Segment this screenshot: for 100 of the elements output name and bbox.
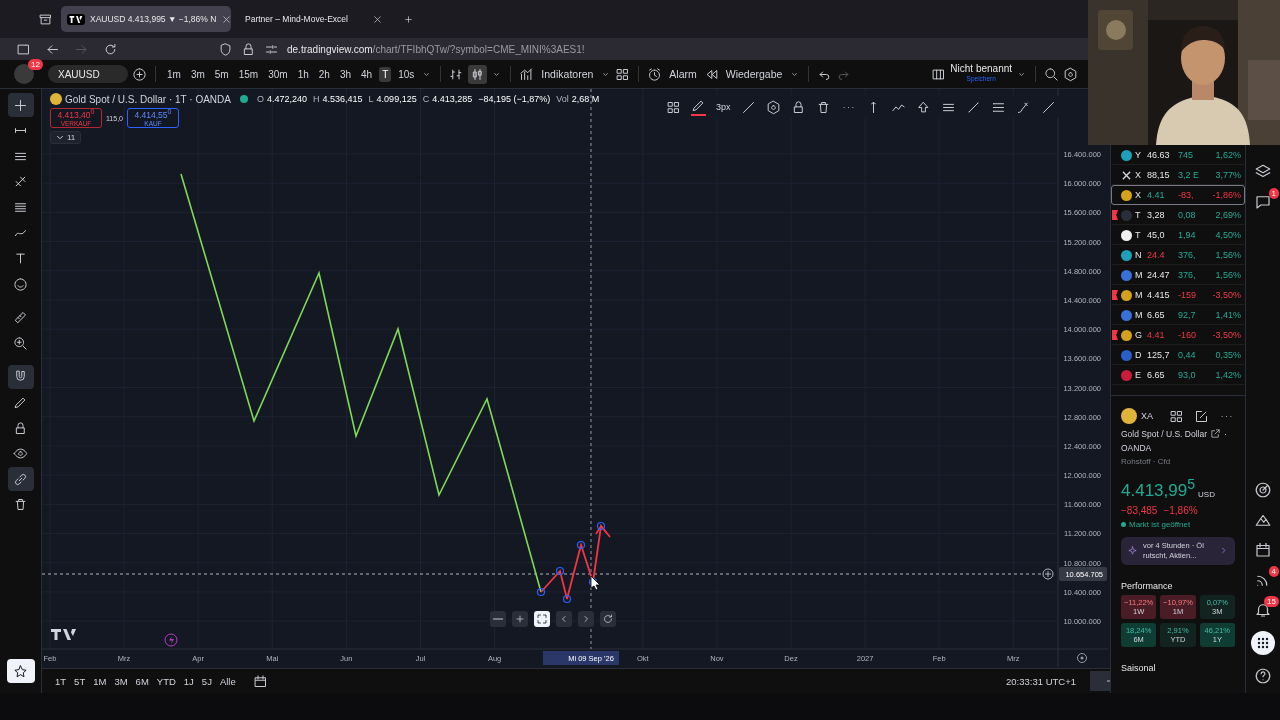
range-button[interactable]: 1M [90,675,110,687]
add-icon[interactable] [132,66,147,82]
lightning-icon[interactable] [164,633,178,647]
flag-icon[interactable] [1112,290,1118,300]
link-tool[interactable] [7,467,34,492]
flag-icon[interactable] [1112,330,1118,340]
add-alert-icon[interactable] [1042,568,1054,580]
sidebar-icon[interactable] [16,41,31,57]
range-button[interactable]: 3M [111,675,131,687]
range-button[interactable]: 1J [180,675,197,687]
ohlc-key: L [368,94,374,104]
edit-icon[interactable] [1194,408,1209,424]
archive-icon[interactable] [38,11,53,27]
reset-button[interactable] [600,611,616,627]
flag-icon[interactable] [1112,210,1118,220]
replay-button[interactable]: Wiedergabe [722,68,786,80]
interval-button[interactable]: 3m [187,66,208,82]
settings-icon[interactable] [1077,653,1087,663]
browser-tab[interactable]: Partner – Mind-Move-Excel [239,6,389,32]
help-icon[interactable] [1254,667,1272,685]
change-value: 0,44 [1178,350,1197,360]
watchlist-row[interactable]: N 24.4 376, 1,56% [1111,245,1245,265]
line-width-button[interactable]: 3px [716,102,731,112]
calendar-icon[interactable] [1254,541,1272,559]
interval-button[interactable]: 30m [265,66,291,82]
range-button[interactable]: 6M [132,675,152,687]
watchlist-row[interactable]: X 4.41 -83, -1,86% [1111,185,1245,205]
watchlist-row[interactable]: T 45,0 1,94 4,50% [1111,225,1245,245]
line-icon[interactable] [740,99,756,115]
chart-title[interactable]: Gold Spot / U.S. Dollar · 1T · OANDA [65,93,231,105]
line-color-button[interactable] [691,98,706,116]
line-icon[interactable] [1040,99,1056,115]
plus-icon[interactable] [403,13,414,25]
apps-button[interactable] [1251,631,1275,655]
grid-icon[interactable] [666,99,681,115]
interval-button[interactable]: 10s [395,66,418,82]
range-button[interactable]: 1T [52,675,70,687]
grid-icon[interactable] [1169,408,1184,424]
interval-button[interactable]: 2h [315,66,333,82]
symbol-text: E [1135,370,1142,380]
change-percent: 1,56% [1214,250,1241,260]
settings-icon[interactable] [1063,66,1079,82]
interval-button[interactable]: 4h [358,66,376,82]
interval-button[interactable]: 1m [164,66,184,82]
watchlist-row[interactable]: M 4.415 -159 -3,50% [1111,285,1245,305]
zoom-out-button[interactable] [490,611,506,627]
range-button[interactable]: 5J [198,675,215,687]
reload-icon[interactable] [103,41,118,57]
close-icon[interactable] [221,13,233,25]
scroll-left-button[interactable] [556,611,572,627]
arrow-up-icon[interactable] [915,99,931,115]
trash-icon [13,497,28,513]
change-value: 376, [1178,250,1197,260]
alert-button[interactable]: Alarm [666,68,700,80]
range-button[interactable]: 5T [71,675,89,687]
scroll-right-button[interactable] [578,611,594,627]
settings-icon[interactable] [765,99,781,115]
search-icon[interactable] [1044,66,1060,82]
watchlist-row[interactable]: T 3,28 0,08 2,69% [1111,205,1245,225]
target-icon[interactable] [1254,481,1272,499]
symbol-text: Y [1135,150,1142,160]
watchlist-button[interactable] [6,659,35,683]
watchlist-row[interactable]: D 125,7 0,44 0,35% [1111,345,1245,365]
interval-button[interactable]: T [379,66,392,82]
layout-name[interactable]: Nicht benannt [950,64,1013,74]
symbol-search[interactable]: XAUUSD [48,65,128,83]
interval-button[interactable]: 5m [211,66,232,82]
panel-toggle-button[interactable] [1090,671,1110,691]
watchlist-row[interactable]: M 6.65 92,7 1,41% [1111,305,1245,325]
symbol-name: Gold Spot / U.S. Dollar [1121,428,1207,439]
calendar-icon[interactable] [252,673,268,689]
watchlist-row[interactable]: E 6.65 93,0 1,42% [1111,365,1245,385]
range-button[interactable]: Alle [216,675,239,687]
close-icon[interactable] [372,13,383,25]
pen-icon [13,395,28,411]
browser-tab[interactable]: XAUUSD 4.413,995 ▼ −1,86% N [61,6,231,32]
fit-button[interactable] [534,611,550,627]
brush-icon[interactable] [1015,99,1031,115]
change-percent: 1,41% [1214,310,1241,320]
symbol-text: X [1135,170,1142,180]
watchlist-row[interactable]: M 24.47 376, 1,56% [1111,265,1245,285]
interval-button[interactable]: 1h [294,66,312,82]
indicators-button[interactable]: Indikatoren [538,68,597,80]
interval-button[interactable]: 3h [336,66,354,82]
interval-button[interactable]: 15m [235,66,262,82]
zoom-in-button[interactable] [512,611,528,627]
watchlist-row[interactable]: G 4.41 -160 -3,50% [1111,325,1245,345]
range-button[interactable]: YTD [153,675,179,687]
last-price: 24.4 [1147,250,1166,260]
chat-icon[interactable] [1254,193,1272,211]
candles-button[interactable] [468,64,488,84]
price-value: 4.413,99$^{5}$ [1121,476,1196,501]
eye-icon [13,446,28,462]
indicators-toggle[interactable]: 11 [50,131,82,144]
layout-icon[interactable] [931,66,947,82]
external-link-icon[interactable] [1210,428,1221,439]
crosshair-tool[interactable] [7,93,34,117]
magnet-tool[interactable] [7,364,34,389]
logo-icon [67,13,85,25]
templates-icon[interactable] [615,66,631,82]
